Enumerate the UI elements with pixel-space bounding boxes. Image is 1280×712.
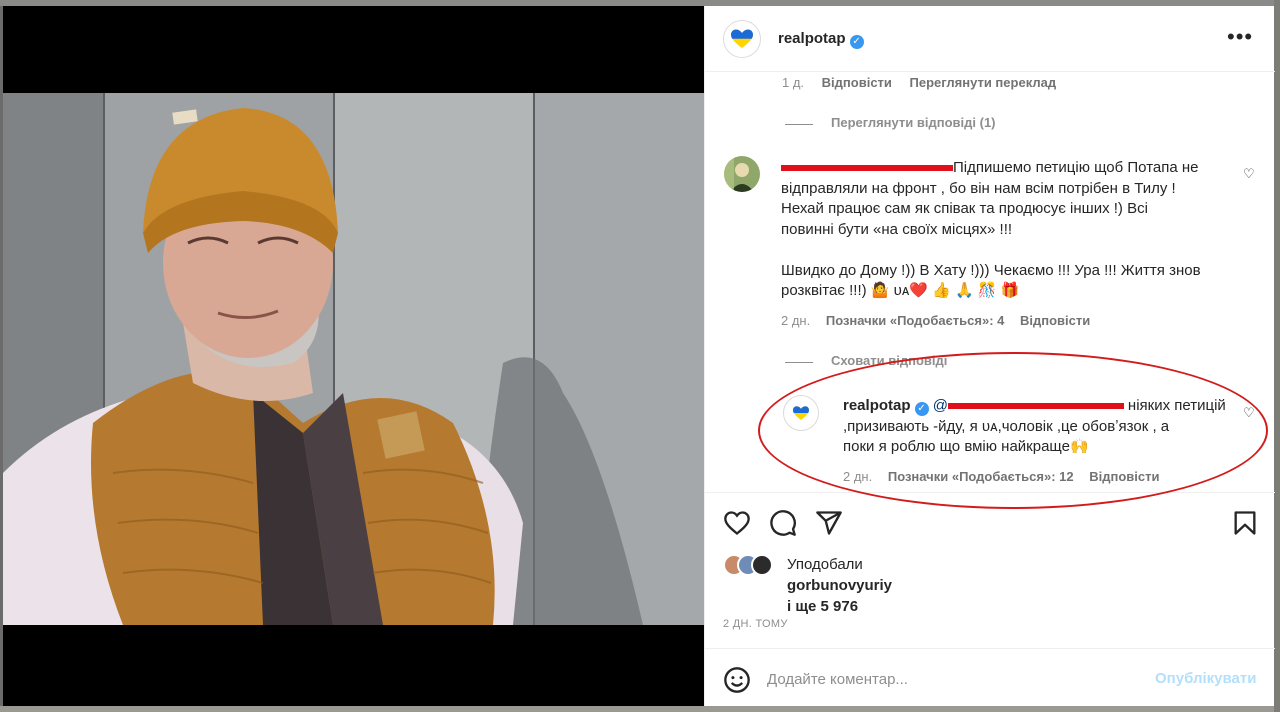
comment-body: Підпишемо петицію щоб Потапа не відправл… <box>781 158 1251 302</box>
post-media[interactable] <box>3 6 704 706</box>
author-avatar[interactable] <box>723 20 761 58</box>
bookmark-icon[interactable] <box>1231 509 1259 537</box>
view-replies-button[interactable]: Переглянути відповіді (1) <box>831 115 996 130</box>
post-side-panel: realpotap ✓ ••• 1 д. Відповісти Перегляну… <box>704 6 1275 706</box>
post-photo <box>3 93 704 625</box>
reply-username[interactable]: realpotap <box>843 397 911 414</box>
add-comment-bar: Опублікувати <box>705 648 1275 706</box>
reply-line-2: ,призивають -йду, я ᴜᴀ,чоловік ,це обовʼ… <box>843 417 1170 435</box>
redacted-mention[interactable] <box>947 403 1124 410</box>
reply-likes-button[interactable]: Позначки «Подобається»: 12 <box>888 469 1074 484</box>
share-icon[interactable] <box>815 509 843 537</box>
prev-comment-meta: 1 д. Відповісти Переглянути переклад <box>782 75 1056 90</box>
hide-replies-button[interactable]: Сховати відповіді <box>831 353 947 368</box>
author-username[interactable]: realpotap ✓ <box>778 30 864 49</box>
prev-comment-translate-button[interactable]: Переглянути переклад <box>910 75 1057 90</box>
liked-by-label: Уподобали <box>787 556 863 573</box>
comment-likes-button[interactable]: Позначки «Подобається»: 4 <box>826 313 1005 328</box>
reply-line-3: поки я роблю що вмію найкраще🙌 <box>843 438 1089 455</box>
reply-age: 2 дн. <box>843 469 873 484</box>
redacted-username[interactable] <box>781 165 953 172</box>
reply-line-1: ніяких петицій <box>1127 397 1226 414</box>
likers-avatars[interactable] <box>723 554 783 578</box>
comment-like-icon[interactable]: ♡ <box>1243 166 1255 182</box>
commenter-avatar-image <box>724 156 760 192</box>
comment-line-6: Швидко до Дому !)) В Хату !))) Чекаємо !… <box>781 261 1201 279</box>
comment-icon[interactable] <box>769 509 797 537</box>
reply-reply-button[interactable]: Відповісти <box>1089 469 1159 484</box>
comment-line-2: відправляли на фронт , бо він нам всім п… <box>781 179 1176 197</box>
liker-avatar <box>751 554 773 576</box>
comment-age: 2 дн. <box>781 313 811 328</box>
post-timestamp[interactable]: 2 ДН. ТОМУ <box>723 618 788 630</box>
reply-body: realpotap ✓ @ ніяких петицій ,призивають -… <box>843 396 1233 458</box>
comment-line-1: Підпишемо петицію щоб Потапа не <box>953 159 1199 176</box>
comment-line-7: розквітає !!!) 🤷 ᴜᴀ❤️ 👍 🙏 🎊 🎁 <box>781 282 1020 299</box>
reply-author-avatar[interactable] <box>783 395 819 431</box>
action-bar <box>705 492 1275 542</box>
publish-button[interactable]: Опублікувати <box>1155 670 1256 687</box>
verified-badge-icon: ✓ <box>849 35 864 49</box>
liked-by-others[interactable]: і ще 5 976 <box>787 598 858 615</box>
comment-line-3: Нехай працює сам як співак та продюсує і… <box>781 200 1148 217</box>
hide-replies-line <box>785 362 813 363</box>
background-feed-bottom <box>0 706 1280 712</box>
comments-list: 1 д. Відповісти Переглянути переклад Пер… <box>705 72 1275 492</box>
comment-input[interactable] <box>767 668 1137 690</box>
ukraine-heart-icon <box>731 29 753 48</box>
comment-reply-button[interactable]: Відповісти <box>1020 313 1090 328</box>
commenter-avatar[interactable] <box>724 156 760 192</box>
reply-like-icon[interactable]: ♡ <box>1243 405 1255 421</box>
ukraine-heart-icon <box>793 406 809 420</box>
emoji-icon[interactable] <box>723 666 751 694</box>
reply-meta: 2 дн. Позначки «Подобається»: 12 Відпові… <box>843 469 1160 484</box>
comment-meta: 2 дн. Позначки «Подобається»: 4 Відповіс… <box>781 313 1090 328</box>
author-username-text[interactable]: realpotap <box>778 30 846 47</box>
liked-by-user[interactable]: gorbunovyuriy <box>787 577 892 594</box>
post-header: realpotap ✓ ••• <box>705 6 1275 72</box>
comment-line-4: повинні бути «на своїх місцях» !!! <box>781 220 1013 238</box>
reply-mention[interactable]: @ <box>933 397 948 414</box>
more-options-icon[interactable]: ••• <box>1227 26 1253 48</box>
prev-comment-reply-button[interactable]: Відповісти <box>822 75 892 90</box>
prev-comment-age: 1 д. <box>782 75 805 90</box>
view-replies-line <box>785 124 813 125</box>
verified-badge-icon: ✓ <box>914 402 929 416</box>
comment-blank-line <box>781 240 1251 261</box>
heart-icon[interactable] <box>723 509 751 537</box>
